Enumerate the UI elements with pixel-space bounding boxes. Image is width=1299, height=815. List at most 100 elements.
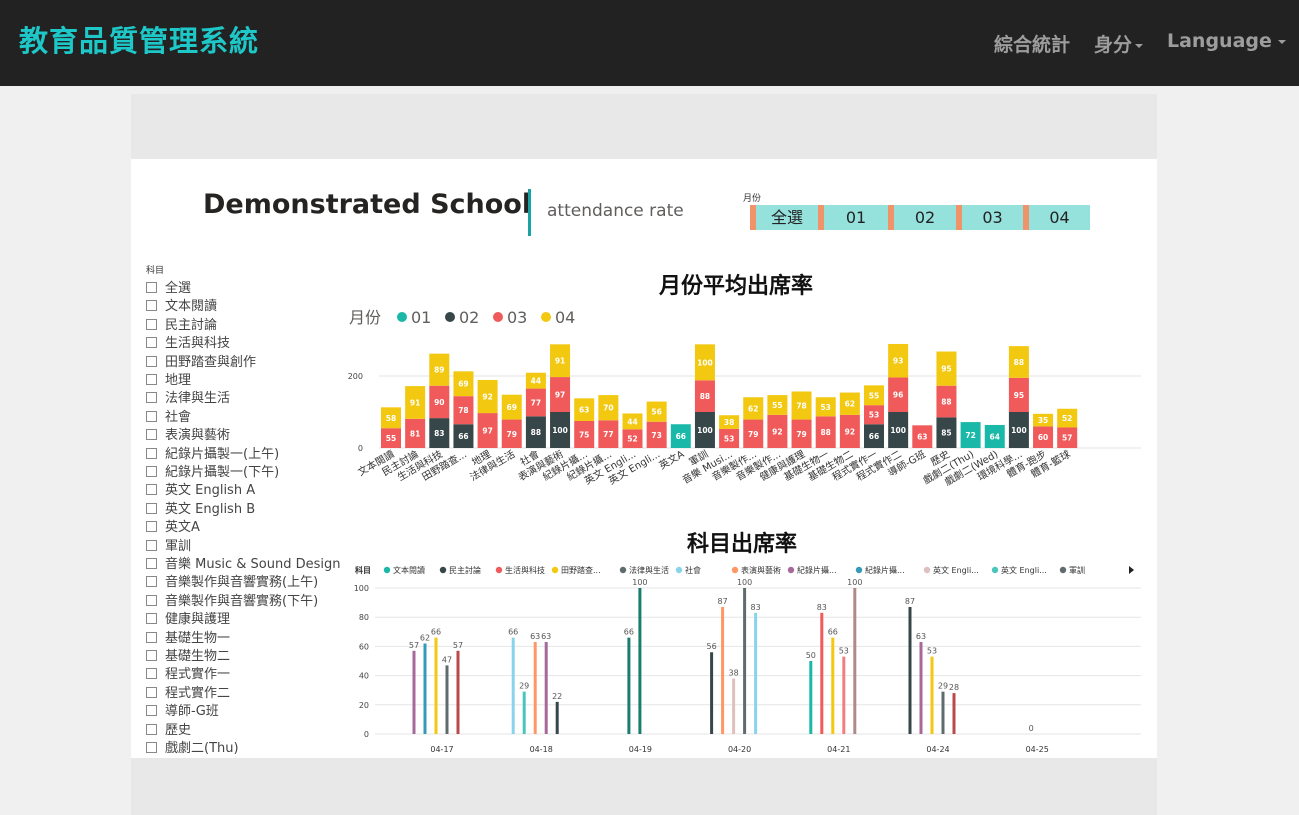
subject-option[interactable]: 基礎生物一 [146,627,230,646]
checkbox-icon[interactable] [146,723,157,735]
checkbox-icon[interactable] [146,594,157,606]
data-label: 66 [869,432,879,441]
data-label: 87 [718,597,728,606]
data-label: 53 [839,647,849,656]
subject-option[interactable]: 民主討論 [146,314,217,333]
checkbox-icon[interactable] [146,668,157,680]
x-tick-label: 04-17 [430,745,453,754]
subject-option[interactable]: 歷史 [146,719,191,738]
legend-marker [619,566,627,574]
checkbox-icon[interactable] [146,631,157,643]
subject-option[interactable]: 地理 [146,369,191,388]
subject-option-label: 音樂製作與音響實務(下午) [165,593,319,609]
bar [820,612,824,734]
legend-marker [541,312,551,322]
checkbox-icon[interactable] [146,410,157,422]
subject-option[interactable]: 生活與科技 [146,332,231,352]
subject-option[interactable]: 法律與生活 [146,387,230,406]
month-option-04[interactable]: 04 [1023,205,1090,230]
nav-identity-dropdown[interactable]: 身分 [1094,30,1144,57]
subject-option[interactable]: 導師-G班 [146,700,219,720]
legend-label: 民主討論 [449,565,481,575]
data-label: 97 [482,427,492,436]
data-label: 44 [531,377,541,386]
checkbox-icon[interactable] [146,705,157,717]
checkbox-icon[interactable] [146,429,157,441]
checkbox-icon[interactable] [146,282,157,293]
legend-label: 01 [411,308,431,327]
subject-option[interactable]: 英文 English A [146,479,255,498]
nav-overall-stats[interactable]: 綜合統計 [994,30,1070,57]
subject-option[interactable]: 紀錄片攝製一(上午) [146,443,279,462]
checkbox-icon[interactable] [146,502,157,514]
subject-option-label: 導師-G班 [165,704,219,720]
checkbox-icon[interactable] [146,742,157,753]
subject-option-label: 程式實作一 [165,667,231,683]
checkbox-icon[interactable] [146,539,157,551]
subject-option[interactable]: 全選 [146,277,191,296]
checkbox-icon[interactable] [146,686,157,698]
month-slicer-label: 月份 [743,194,762,204]
checkbox-icon[interactable] [146,650,157,661]
subject-option[interactable]: 音樂 Music & Sound Design [146,553,340,572]
subject-option[interactable]: 音樂製作與音響實務(下午) [146,590,319,609]
nav-language-dropdown[interactable]: Language [1167,30,1286,52]
legend-marker [397,312,407,322]
data-label: 87 [905,597,915,606]
data-label: 55 [869,391,879,400]
data-label: 73 [651,431,661,440]
checkbox-icon[interactable] [146,521,157,533]
month-option-01[interactable]: 01 [818,205,888,230]
subject-option[interactable]: 社會 [146,406,191,425]
checkbox-icon[interactable] [146,300,157,312]
x-tick-label: 04-24 [926,745,949,754]
checkbox-icon[interactable] [146,576,157,588]
month-option-03[interactable]: 03 [956,205,1023,230]
chart2-title: 科目出席率 [687,532,798,557]
subject-option[interactable]: 程式實作一 [146,663,231,683]
data-label: 79 [748,430,758,439]
data-label: 78 [458,406,468,415]
subject-option[interactable]: 英文 English B [146,498,255,517]
data-label: 57 [453,641,463,650]
subject-option[interactable]: 紀錄片攝製一(下午) [146,461,279,480]
subject-option[interactable]: 田野踏查與創作 [146,351,256,370]
nav-identity-label: 身分 [1094,34,1133,56]
month-option-02[interactable]: 02 [888,205,956,230]
x-tick-label: 04-21 [827,745,850,754]
checkbox-icon[interactable] [146,337,157,349]
subject-option[interactable]: 音樂製作與音響實務(上午) [146,571,318,590]
legend-scroll-arrow-icon [1129,566,1134,574]
brand-title[interactable]: 教育品質管理系統 [19,18,259,60]
nav-language-label: Language [1167,30,1272,52]
checkbox-icon[interactable] [146,318,157,330]
subject-option-label: 生活與科技 [165,336,231,352]
subject-option[interactable]: 軍訓 [146,535,191,554]
y-tick-label: 0 [364,730,369,739]
bar [456,650,460,734]
checkbox-icon[interactable] [146,613,157,625]
month-option-all[interactable]: 全選 [750,205,818,230]
checkbox-icon[interactable] [146,355,157,367]
subject-option[interactable]: 文本閱讀 [146,295,217,314]
checkbox-icon[interactable] [146,466,157,477]
subject-option[interactable]: 表演與藝術 [146,424,230,443]
checkbox-icon[interactable] [146,558,157,569]
checkbox-icon[interactable] [146,447,157,459]
subject-option[interactable]: 程式實作二 [146,682,230,701]
subject-option[interactable]: 戲劇二(Thu) [146,737,239,756]
legend-title: 科目 [355,565,371,575]
checkbox-icon[interactable] [146,392,157,404]
data-label: 66 [828,628,838,637]
subject-option[interactable]: 基礎生物二 [146,645,230,664]
data-label: 83 [434,429,444,438]
subject-option[interactable]: 健康與護理 [146,608,230,627]
legend-label: 04 [555,308,575,327]
data-label: 69 [458,380,468,389]
data-label: 77 [531,398,541,407]
bar [919,642,923,734]
data-label: 53 [724,434,734,443]
checkbox-icon[interactable] [146,484,157,496]
checkbox-icon[interactable] [146,374,157,385]
subject-option[interactable]: 英文A [146,516,200,535]
